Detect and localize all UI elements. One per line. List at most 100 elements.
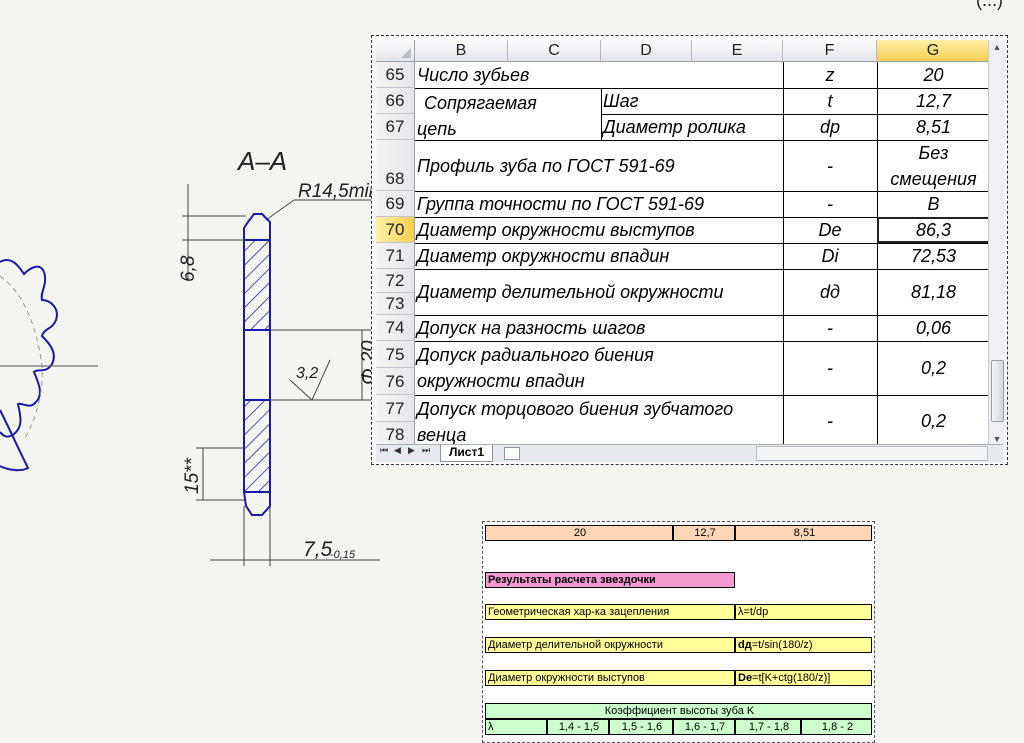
tip-formula: =t[K+ctg(180/z)] [752, 672, 831, 684]
vertical-scrollbar[interactable]: ▲ ▼ [988, 40, 1005, 446]
dim-thickness: 7,5 [303, 538, 333, 561]
row-header-76[interactable]: 76 [376, 368, 415, 395]
coef-lambda[interactable]: λ [485, 719, 547, 735]
pitch-formula-cell[interactable]: dд=t/sin(180/z) [735, 637, 872, 653]
top-value-z[interactable]: 20 [485, 525, 673, 541]
cell-symbol-74[interactable]: - [783, 315, 877, 341]
row-header-65[interactable]: 65 [376, 62, 415, 88]
cell-symbol-70[interactable]: De [783, 217, 877, 243]
column-header-c[interactable]: C [508, 40, 601, 62]
cell-sublabel-67[interactable]: Диаметр ролика [603, 114, 781, 140]
cell-value-76[interactable]: 0,2 [877, 341, 990, 395]
nav-next-icon[interactable]: ▶ [408, 445, 415, 456]
cell-value-73[interactable]: 81,18 [877, 269, 990, 315]
cell-label-65[interactable]: Число зубьев [417, 62, 777, 88]
row-header-67[interactable]: 67 [376, 114, 415, 140]
cell-symbol-78[interactable]: - [783, 395, 877, 447]
cell-symbol-67[interactable]: dp [783, 114, 877, 140]
horizontal-scrollbar[interactable] [756, 446, 988, 461]
row-header-70[interactable]: 70 [376, 217, 415, 243]
cell-group-67[interactable]: цепь [417, 116, 597, 142]
cell-label-75[interactable]: Допуск радиального биения [417, 342, 781, 368]
cell-symbol-76[interactable]: - [783, 341, 877, 395]
scroll-thumb[interactable] [991, 360, 1004, 422]
cell-value-69[interactable]: В [877, 191, 990, 217]
row-header-74[interactable]: 74 [376, 315, 415, 341]
tip-formula-cell[interactable]: De=t[K+ctg(180/z)] [735, 670, 872, 686]
cell-label-70[interactable]: Диаметр окружности выступов [417, 217, 781, 243]
geom-formula[interactable]: λ=t/dp [735, 604, 872, 620]
pitch-label[interactable]: Диаметр делительной окружности [485, 637, 735, 653]
column-header-b[interactable]: B [415, 40, 508, 62]
nav-first-icon[interactable]: ⏮ [380, 445, 388, 456]
row-header-71[interactable]: 71 [376, 243, 415, 269]
cell-value-70-active[interactable]: 86,3 [877, 217, 990, 243]
sprocket-outline [0, 259, 58, 438]
row-header-68[interactable]: 68 [376, 140, 415, 191]
select-all-corner[interactable] [376, 40, 415, 62]
geom-label[interactable]: Геометрическая хар-ка зацепления [485, 604, 735, 620]
cell-label-74[interactable]: Допуск на разность шагов [417, 315, 781, 341]
column-header-g[interactable]: G [877, 40, 990, 62]
dim-68: 6,8 [178, 255, 199, 282]
cell-symbol-71[interactable]: Di [783, 243, 877, 269]
tab-sheet1[interactable]: Лист1 [440, 445, 494, 462]
tip-label[interactable]: Диаметр окружности выступов [485, 670, 735, 686]
cell-symbol-73[interactable]: dд [783, 269, 877, 315]
cell-label-68[interactable]: Профиль зуба по ГОСТ 591-69 [417, 140, 781, 191]
pitch-formula-prefix: dд [738, 639, 752, 651]
cell-label-76[interactable]: окружности впадин [417, 368, 781, 394]
cell-value-71[interactable]: 72,53 [877, 243, 990, 269]
coef-range-4[interactable]: 1,7 - 1,8 [735, 719, 801, 735]
dim-tolerance: -0,15 [330, 549, 356, 561]
cell-value-67[interactable]: 8,51 [877, 114, 990, 140]
radius-dim: R14,5min [298, 181, 379, 202]
column-header-e[interactable]: E [692, 40, 783, 62]
column-header-d[interactable]: D [601, 40, 692, 62]
cell-value-68[interactable]: Без смещения [877, 140, 990, 191]
dim-roughness: 3,2 [296, 365, 318, 382]
coef-range-1[interactable]: 1,4 - 1,5 [547, 719, 609, 735]
row-header-66[interactable]: 66 [376, 88, 415, 114]
cell-label-77[interactable]: Допуск торцового биения зубчатого [417, 396, 781, 422]
cell-label-71[interactable]: Диаметр окружности впадин [417, 243, 781, 269]
nav-prev-icon[interactable]: ◀ [394, 445, 401, 456]
row-header-72[interactable]: 72 [376, 269, 415, 293]
coef-range-2[interactable]: 1,5 - 1,6 [609, 719, 673, 735]
column-header-f[interactable]: F [783, 40, 877, 62]
tip-formula-prefix: De [738, 672, 753, 684]
nav-last-icon[interactable]: ⏭ [422, 445, 430, 456]
results-title[interactable]: Результаты расчета звездочки [485, 572, 735, 588]
cell-symbol-66[interactable]: t [783, 88, 877, 114]
spreadsheet-window[interactable]: B C D E F G 65 66 67 68 69 70 71 72 73 7… [371, 35, 1008, 465]
dim-15: 15** [182, 457, 203, 494]
coef-range-5[interactable]: 1,8 - 2 [801, 719, 872, 735]
cell-value-74[interactable]: 0,06 [877, 315, 990, 341]
section-label: А–А [236, 146, 287, 176]
top-value-t[interactable]: 12,7 [673, 525, 735, 541]
row-header-77[interactable]: 77 [376, 395, 415, 422]
top-right-fragment: (...) [976, 0, 1003, 10]
insert-sheet-icon[interactable] [504, 447, 520, 460]
cell-value-65[interactable]: 20 [877, 62, 990, 88]
row-header-73[interactable]: 73 [376, 293, 415, 315]
cell-value-68-line2: смещения [890, 168, 977, 189]
row-header-69[interactable]: 69 [376, 191, 415, 217]
cell-label-73[interactable]: Диаметр делительной окружности [417, 269, 781, 315]
coef-title[interactable]: Коэффициент высоты зуба K [485, 703, 872, 719]
cell-sublabel-66[interactable]: Шаг [603, 88, 781, 114]
cell-symbol-69[interactable]: - [783, 191, 877, 217]
sheet-tab-bar: ⏮ ◀ ▶ ⏭ Лист1 [376, 444, 1003, 462]
coef-range-3[interactable]: 1,6 - 1,7 [673, 719, 735, 735]
cell-value-78[interactable]: 0,2 [877, 395, 990, 447]
cell-value-66[interactable]: 12,7 [877, 88, 990, 114]
cell-label-69[interactable]: Группа точности по ГОСТ 591-69 [417, 191, 781, 217]
cell-symbol-68[interactable]: - [783, 140, 877, 191]
cell-value-68-line1: Без [918, 142, 949, 163]
cell-symbol-65[interactable]: z [783, 62, 877, 88]
top-value-dp[interactable]: 8,51 [735, 525, 872, 541]
cell-group-66[interactable]: Сопрягаемая [424, 90, 599, 116]
scroll-up-arrow-icon[interactable]: ▲ [989, 40, 1005, 54]
row-header-75[interactable]: 75 [376, 341, 415, 368]
pitch-formula: =t/sin(180/z) [751, 639, 813, 651]
